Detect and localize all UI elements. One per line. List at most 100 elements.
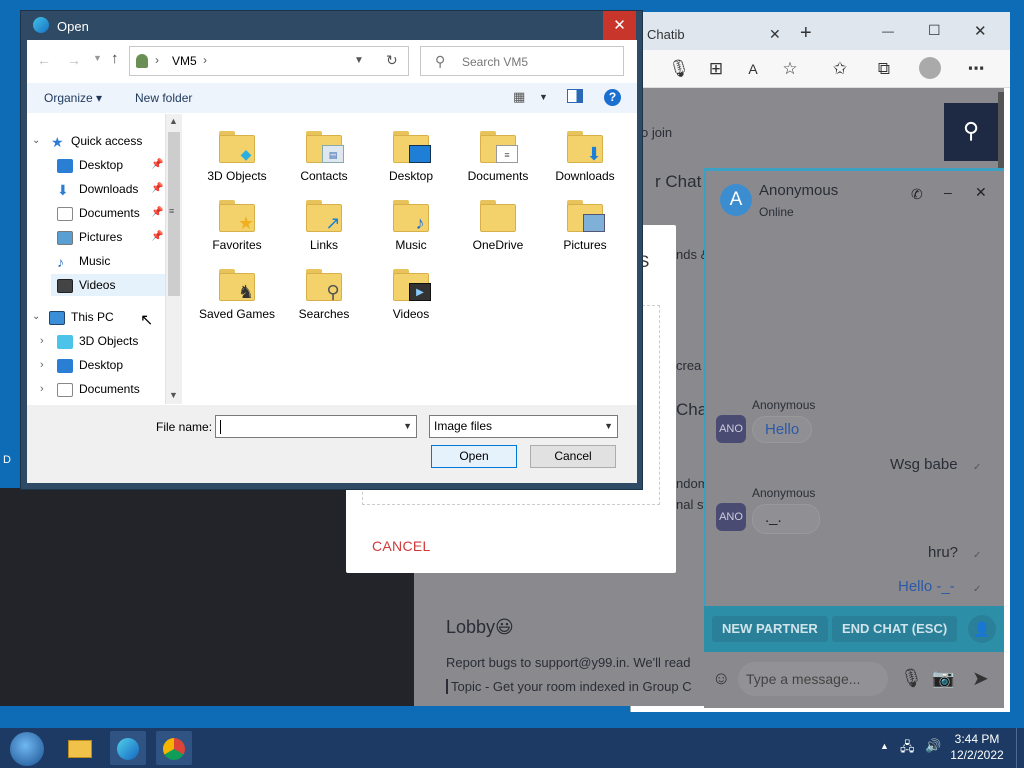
message-input[interactable]: Type a message... (738, 662, 888, 696)
expand-arrow-icon[interactable]: › (40, 383, 44, 395)
breadcrumb-chevron-icon[interactable]: › (203, 53, 207, 67)
folder-item[interactable]: ↗ Links (284, 194, 364, 252)
scroll-up-icon[interactable]: ▲ (169, 116, 178, 126)
nav-pc-desktop[interactable]: Desktop (57, 354, 123, 376)
collections-icon[interactable]: ⧉ (872, 57, 896, 81)
folder-item[interactable]: ♪ Music (371, 194, 451, 252)
chevron-down-icon[interactable]: ▼ (403, 416, 412, 437)
folder-item[interactable]: ♞ Saved Games (197, 263, 277, 321)
topic-text: Topic - Get your room indexed in Group C (446, 679, 704, 694)
forward-arrow-icon[interactable]: → (67, 52, 81, 68)
emoji-icon[interactable]: ☺ (712, 668, 730, 689)
minimize-button[interactable]: — (882, 24, 894, 38)
nav-videos[interactable]: Videos (51, 274, 165, 296)
network-icon[interactable]: 🖧 (900, 738, 915, 760)
browser-tab[interactable]: Chatib ✕ (645, 22, 795, 48)
nav-music[interactable]: ♪ Music (57, 250, 110, 272)
folder-item[interactable]: OneDrive (458, 194, 538, 252)
volume-icon[interactable]: 🔊 (925, 738, 941, 754)
folder-item[interactable]: ⚲ Searches (284, 263, 364, 321)
edge-icon (33, 17, 49, 33)
folder-item[interactable]: ★ Favorites (197, 194, 277, 252)
collapse-arrow-icon[interactable]: ⌄ (32, 311, 40, 322)
dialog-close-button[interactable]: ✕ (603, 11, 636, 40)
maximize-button[interactable]: ☐ (928, 22, 941, 39)
folder-item[interactable]: Pictures (545, 194, 625, 252)
phone-icon[interactable]: ✆ (911, 186, 923, 203)
window-close-button[interactable]: ✕ (974, 22, 987, 40)
up-arrow-icon[interactable]: ↑ (111, 50, 119, 67)
computer-icon (49, 310, 65, 325)
nav-downloads[interactable]: ⬇ Downloads (57, 178, 138, 200)
folder-item[interactable]: ▤ Contacts (284, 125, 364, 183)
file-explorer-icon[interactable] (62, 731, 98, 765)
page-search-button[interactable]: ⚲ (944, 103, 998, 161)
pin-icon[interactable]: 📌 (151, 183, 163, 194)
nav-quick-access[interactable]: ★ Quick access (51, 130, 142, 152)
file-name-input[interactable]: ▼ (215, 415, 417, 438)
mic-icon[interactable]: 🎙 (667, 57, 691, 81)
view-options-icon[interactable]: ▦ (513, 89, 525, 105)
chrome-icon[interactable] (156, 731, 192, 765)
search-input[interactable]: ⚲ Search VM5 (420, 46, 624, 76)
nav-desktop[interactable]: Desktop (57, 154, 123, 176)
folder-item[interactable]: ⬇ Downloads (545, 125, 625, 183)
chat-close-icon[interactable]: ✕ (975, 184, 987, 201)
nav-scrollbar[interactable]: ▲ ≡ ▼ (165, 114, 182, 404)
end-chat-button[interactable]: END CHAT (ESC) (832, 616, 958, 642)
download-arrow-icon: ⬇ (57, 181, 69, 198)
preview-pane-icon[interactable] (567, 89, 583, 103)
recent-locations-icon[interactable]: ▼ (93, 53, 102, 63)
new-partner-button[interactable]: NEW PARTNER (712, 616, 828, 642)
nav-documents[interactable]: Documents (57, 202, 140, 224)
folder-item[interactable]: ▶ Videos (371, 263, 451, 321)
show-desktop-button[interactable] (1016, 728, 1024, 768)
search-icon: ⚲ (435, 53, 446, 69)
nav-3d-objects[interactable]: 3D Objects (57, 330, 138, 352)
profile-icon[interactable] (918, 57, 942, 81)
favorites-icon[interactable]: ✩ (828, 57, 852, 81)
extensions-icon[interactable]: ⊞ (704, 57, 728, 81)
pin-icon[interactable]: 📌 (151, 231, 163, 242)
pin-icon[interactable]: 📌 (151, 159, 163, 170)
new-tab-button[interactable]: + (800, 22, 812, 45)
taskbar-clock[interactable]: 3:44 PM 12/2/2022 (946, 731, 1008, 765)
refresh-icon[interactable]: ↻ (386, 52, 398, 69)
add-friend-icon[interactable]: 👤 (968, 615, 996, 643)
organize-button[interactable]: Organize ▾ (44, 91, 102, 105)
cancel-button[interactable]: Cancel (530, 445, 616, 468)
film-icon: ▶ (409, 283, 431, 301)
file-type-select[interactable]: Image files ▼ (429, 415, 618, 438)
camera-icon[interactable]: 📷 (932, 668, 954, 689)
nav-this-pc[interactable]: This PC (49, 306, 114, 328)
add-favorite-icon[interactable]: ☆ (778, 57, 802, 81)
nav-pictures[interactable]: Pictures (57, 226, 122, 248)
back-arrow-icon[interactable]: ← (37, 52, 51, 68)
mic-icon[interactable]: 🎙 (900, 668, 923, 689)
tray-expand-icon[interactable]: ▲ (880, 741, 889, 751)
start-button[interactable] (10, 732, 44, 766)
tab-close-icon[interactable]: ✕ (769, 26, 781, 43)
breadcrumb[interactable]: VM5 (172, 54, 197, 68)
expand-arrow-icon[interactable]: › (40, 335, 44, 347)
new-folder-button[interactable]: New folder (135, 91, 192, 105)
help-icon[interactable]: ? (604, 89, 621, 106)
chevron-down-icon[interactable]: ▼ (354, 55, 364, 66)
folder-item[interactable]: Desktop (371, 125, 451, 183)
open-button[interactable]: Open (431, 445, 517, 468)
modal-cancel-button[interactable]: CANCEL (372, 538, 431, 554)
chat-minimize-icon[interactable]: – (944, 184, 952, 200)
collapse-arrow-icon[interactable]: ⌄ (32, 135, 40, 146)
read-aloud-icon[interactable]: A (741, 57, 765, 81)
folder-item[interactable]: ◆ 3D Objects (197, 125, 277, 183)
send-icon[interactable]: ➤ (972, 666, 989, 691)
pin-icon[interactable]: 📌 (151, 207, 163, 218)
edge-icon[interactable] (110, 731, 146, 765)
expand-arrow-icon[interactable]: › (40, 359, 44, 371)
chevron-down-icon[interactable]: ▼ (539, 92, 548, 102)
more-icon[interactable]: ⋯ (964, 57, 988, 81)
nav-pc-documents[interactable]: Documents (57, 378, 140, 400)
scroll-down-icon[interactable]: ▼ (169, 390, 178, 400)
folder-item[interactable]: ≡ Documents (458, 125, 538, 183)
address-bar[interactable]: › VM5 › ▼ ↻ (129, 46, 409, 76)
